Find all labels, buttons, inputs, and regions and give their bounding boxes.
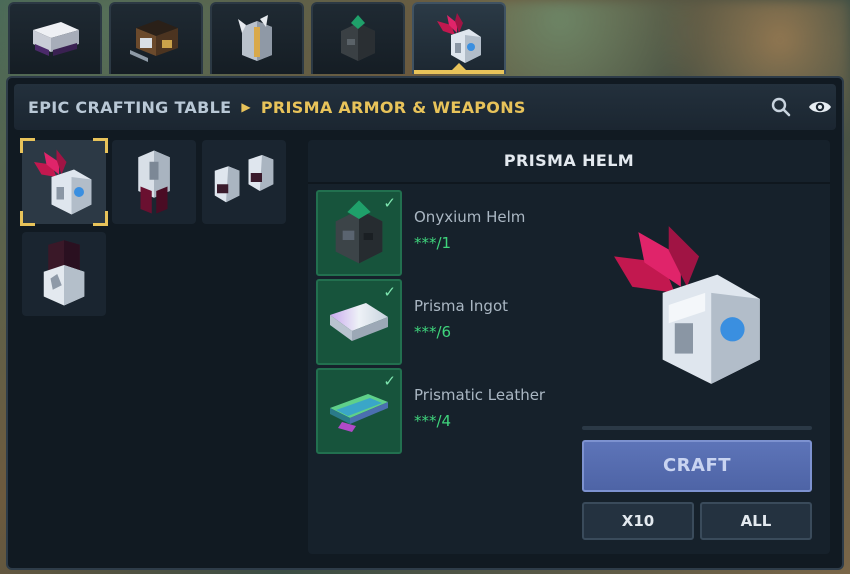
furnace-icon xyxy=(130,20,178,62)
ingredient-quantity: ***/1 xyxy=(414,234,452,252)
onyxium-helm-icon xyxy=(341,15,375,61)
craft-progress-bar xyxy=(582,426,812,430)
ingredient-name: Onyxium Helm xyxy=(414,208,526,226)
silver-chestplate-icon xyxy=(238,15,272,61)
ingredient-name: Prismatic Leather xyxy=(414,386,546,404)
ingredient-slot[interactable]: ✓ xyxy=(316,368,402,454)
craft-button[interactable]: CRAFT xyxy=(582,440,812,492)
active-tab-pointer xyxy=(452,63,466,70)
ingredient-row: ✓ Prisma Ingot ***/6 xyxy=(316,279,616,365)
ingredient-row: ✓ Prismatic Leather ***/4 xyxy=(316,368,616,454)
search-icon[interactable] xyxy=(770,96,792,118)
eye-icon[interactable] xyxy=(808,96,832,118)
selection-corner xyxy=(93,138,108,153)
ingredient-name: Prisma Ingot xyxy=(414,297,509,315)
tab-furnace[interactable] xyxy=(109,2,203,74)
breadcrumb-category: PRISMA ARMOR & WEAPONS xyxy=(260,97,526,117)
item-slot-prisma-chestplate[interactable] xyxy=(112,140,196,224)
prismatic-leather-icon xyxy=(330,394,388,432)
ingredient-quantity: ***/6 xyxy=(414,323,452,341)
tab-onyxium[interactable] xyxy=(311,2,405,74)
selection-corner xyxy=(20,211,35,226)
available-check-icon: ✓ xyxy=(383,372,396,390)
breadcrumb: EPIC CRAFTING TABLE ▶ PRISMA ARMOR & WEA… xyxy=(28,84,526,130)
onyxium-helm-icon xyxy=(335,200,383,264)
selection-corner xyxy=(93,211,108,226)
panel-header: EPIC CRAFTING TABLE ▶ PRISMA ARMOR & WEA… xyxy=(14,84,836,130)
prisma-helm-icon xyxy=(437,13,481,63)
item-slot-prisma-leggings[interactable] xyxy=(202,140,286,224)
ingredient-slot[interactable]: ✓ xyxy=(316,190,402,276)
tab-prisma[interactable] xyxy=(412,2,506,74)
prisma-helm-preview-icon xyxy=(614,226,760,384)
crafting-table-icon xyxy=(33,22,79,56)
craft-x10-button[interactable]: X10 xyxy=(582,502,694,540)
prisma-leggings-icon xyxy=(214,155,274,203)
ingredient-row: ✓ Onyxium Helm ***/1 xyxy=(316,190,616,276)
prisma-helm-icon xyxy=(34,149,92,215)
tab-crafting-table[interactable] xyxy=(8,2,102,74)
prisma-boots-icon xyxy=(43,240,85,306)
recipe-detail: PRISMA HELM ✓ Onyxium Helm ***/1 ✓ Prism… xyxy=(308,140,830,554)
item-grid xyxy=(20,138,290,316)
craft-all-button[interactable]: ALL xyxy=(700,502,812,540)
category-tabs xyxy=(8,2,506,74)
ingredient-slot[interactable]: ✓ xyxy=(316,279,402,365)
tab-silver-armor[interactable] xyxy=(210,2,304,74)
ingredient-quantity: ***/4 xyxy=(414,412,452,430)
prisma-ingot-icon xyxy=(330,303,388,341)
crafting-panel: EPIC CRAFTING TABLE ▶ PRISMA ARMOR & WEA… xyxy=(6,76,844,570)
breadcrumb-root[interactable]: EPIC CRAFTING TABLE xyxy=(28,98,231,117)
selection-corner xyxy=(20,138,35,153)
item-slot-prisma-boots[interactable] xyxy=(22,232,106,316)
breadcrumb-arrow-icon: ▶ xyxy=(241,100,251,114)
available-check-icon: ✓ xyxy=(383,194,396,212)
recipe-title: PRISMA HELM xyxy=(308,140,830,184)
available-check-icon: ✓ xyxy=(383,283,396,301)
ingredient-list: ✓ Onyxium Helm ***/1 ✓ Prisma Ingot ***/… xyxy=(316,190,616,457)
item-slot-prisma-helm[interactable] xyxy=(20,138,108,226)
prisma-chestplate-icon xyxy=(138,150,170,214)
